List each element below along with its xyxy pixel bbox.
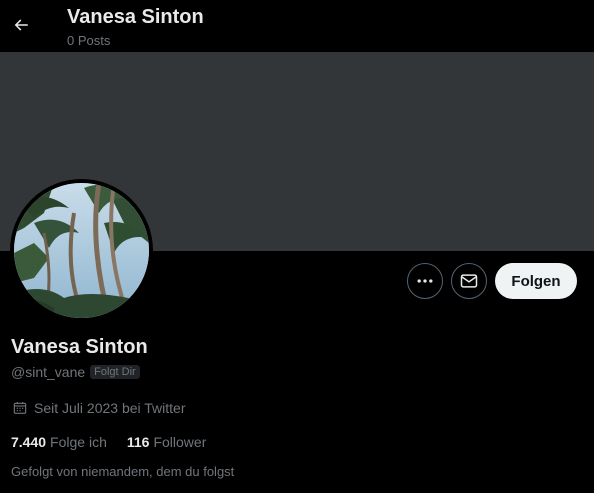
- avatar[interactable]: [10, 179, 153, 322]
- avatar-image: [14, 183, 149, 318]
- arrow-left-icon: [14, 19, 28, 31]
- follow-stats: 7.440 Folge ich 116 Follower: [11, 434, 206, 450]
- message-button[interactable]: [451, 263, 487, 299]
- more-icon: [417, 279, 433, 283]
- follow-button[interactable]: Folgen: [495, 263, 577, 299]
- mail-icon: [460, 274, 478, 288]
- handle: @sint_vane: [11, 364, 86, 380]
- joined-date: Seit Juli 2023 bei Twitter: [34, 400, 186, 416]
- top-bar: Vanesa Sinton 0 Posts: [0, 0, 594, 52]
- followers-label: Follower: [153, 434, 207, 450]
- follows-you-badge: Folgt Dir: [90, 365, 140, 379]
- followed-by-text: Gefolgt von niemandem, dem du folgst: [11, 464, 235, 479]
- following-count: 7.440: [11, 434, 47, 450]
- handle-row: @sint_vane Folgt Dir: [11, 364, 140, 380]
- header-posts-count: 0 Posts: [67, 33, 111, 48]
- joined-info: Seit Juli 2023 bei Twitter: [12, 400, 186, 416]
- display-name: Vanesa Sinton: [11, 336, 148, 358]
- following-label: Folge ich: [50, 434, 107, 450]
- calendar-icon: [13, 402, 27, 414]
- back-button[interactable]: [6, 9, 36, 41]
- followers-count: 116: [126, 434, 150, 450]
- followers-link[interactable]: 116 Follower: [127, 434, 207, 450]
- header-name: Vanesa Sinton: [67, 6, 204, 28]
- following-link[interactable]: 7.440 Folge ich: [11, 434, 107, 450]
- more-options-button[interactable]: [407, 263, 443, 299]
